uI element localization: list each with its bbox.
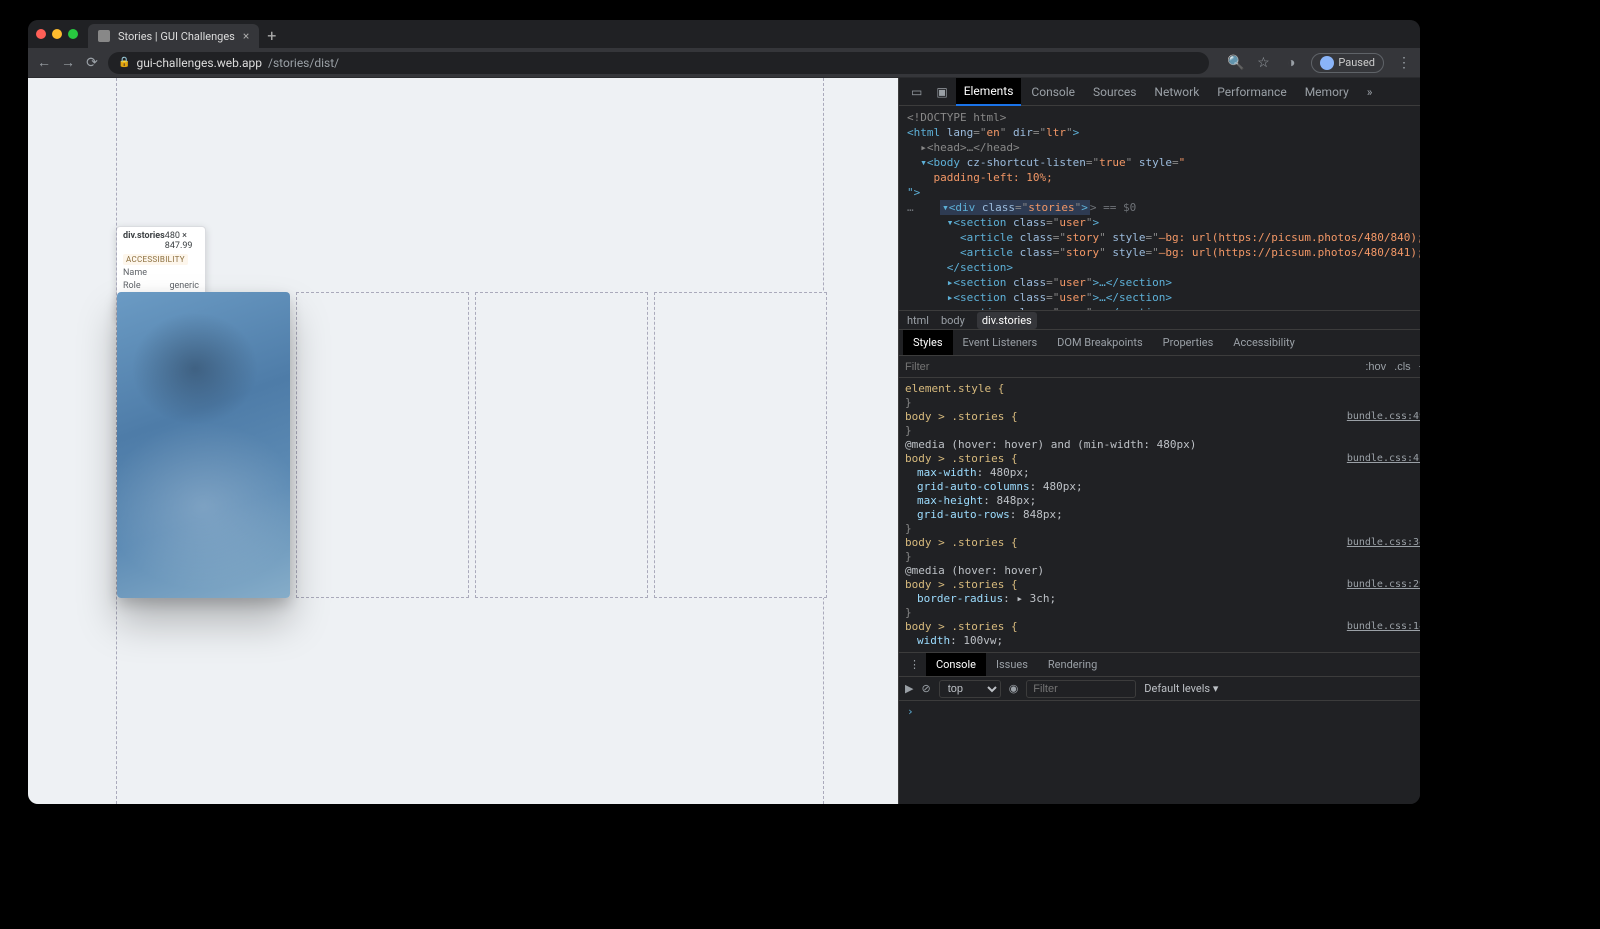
subtab-styles[interactable]: Styles [903, 330, 953, 355]
stories-row [117, 292, 827, 602]
subtab-properties[interactable]: Properties [1153, 330, 1224, 355]
toolbar: ← → ⟳ 🔒 gui-challenges.web.app/stories/d… [28, 48, 1420, 78]
source-link[interactable]: bundle.css:49 [1347, 410, 1420, 424]
avatar [1320, 56, 1334, 70]
star-icon[interactable]: ☆ [1255, 55, 1271, 71]
crumb-selected[interactable]: div.stories [977, 312, 1037, 329]
browser-tab[interactable]: Stories | GUI Challenges × [88, 24, 259, 48]
breadcrumb: html body div.stories [899, 310, 1420, 330]
new-tab-button[interactable]: + [267, 26, 276, 45]
hov-toggle[interactable]: :hov [1365, 361, 1386, 373]
drawer-menu-icon[interactable]: ⋮ [903, 658, 926, 671]
source-link[interactable]: bundle.css:14 [1347, 620, 1420, 634]
tab-memory[interactable]: Memory [1297, 79, 1357, 105]
browser-menu-icon[interactable]: ⋮ [1396, 55, 1412, 71]
drawer-tab-issues[interactable]: Issues [986, 653, 1038, 676]
source-link[interactable]: bundle.css:41 [1347, 452, 1420, 466]
clear-console-icon[interactable]: ⊘ [921, 682, 930, 695]
subtab-accessibility[interactable]: Accessibility [1223, 330, 1305, 355]
source-link[interactable]: bundle.css:34 [1347, 536, 1420, 550]
window-controls [36, 29, 78, 39]
stories-container[interactable] [116, 78, 824, 804]
toolbar-actions: 🔍 ☆ ◑ Paused ⋮ [1227, 53, 1412, 73]
console-toolbar: ▶ ⊘ top ◉ Default levels ▾ ⚙ [899, 677, 1420, 701]
story-card[interactable] [296, 292, 469, 598]
favicon-icon [98, 30, 110, 42]
page-viewport: div.stories 480 × 847.99 ACCESSIBILITY N… [28, 78, 898, 804]
content-split: div.stories 480 × 847.99 ACCESSIBILITY N… [28, 78, 1420, 804]
context-select[interactable]: top [939, 680, 1001, 698]
drawer-tab-console[interactable]: Console [926, 653, 986, 676]
tab-elements[interactable]: Elements [956, 78, 1022, 106]
reload-icon[interactable]: ⟳ [84, 55, 100, 71]
url-path: /stories/dist/ [268, 56, 339, 70]
browser-window: Stories | GUI Challenges × + ← → ⟳ 🔒 gui… [28, 20, 1420, 804]
subtab-dom-breakpoints[interactable]: DOM Breakpoints [1047, 330, 1152, 355]
console-prompt: › [907, 705, 914, 718]
tab-network[interactable]: Network [1146, 79, 1207, 105]
cls-toggle[interactable]: .cls [1394, 361, 1411, 373]
paused-label: Paused [1338, 56, 1375, 69]
back-icon[interactable]: ← [36, 54, 52, 71]
console-body[interactable]: › [899, 701, 1420, 804]
url-host: gui-challenges.web.app [136, 56, 262, 70]
address-bar[interactable]: 🔒 gui-challenges.web.app/stories/dist/ [108, 52, 1209, 74]
fullscreen-window-icon[interactable] [68, 29, 78, 39]
styles-filter-bar: :hov .cls + [899, 356, 1420, 378]
console-sidebar-icon[interactable]: ▶ [905, 682, 913, 695]
search-icon[interactable]: 🔍 [1227, 55, 1243, 71]
tab-console[interactable]: Console [1023, 79, 1083, 105]
device-toolbar-icon[interactable]: ▣ [930, 85, 953, 99]
console-drawer: ⋮ Console Issues Rendering ✕ ▶ ⊘ top ◉ D… [899, 653, 1420, 804]
profile-pill[interactable]: Paused [1311, 53, 1384, 73]
shield-icon[interactable]: ◑ [1283, 54, 1299, 71]
inspect-element-icon[interactable]: ▭ [905, 85, 928, 99]
styles-pane[interactable]: :hov .cls + element.style { } body > .st… [899, 356, 1420, 652]
crumb-body[interactable]: body [941, 314, 965, 327]
new-rule-button[interactable]: + [1419, 361, 1420, 373]
drawer-tab-rendering[interactable]: Rendering [1038, 653, 1107, 676]
minimize-window-icon[interactable] [52, 29, 62, 39]
tab-strip: Stories | GUI Challenges × + [28, 20, 1420, 48]
devtools-panel: ▭ ▣ Elements Console Sources Network Per… [898, 78, 1420, 804]
close-tab-icon[interactable]: × [243, 29, 249, 43]
story-card-active[interactable] [117, 292, 290, 598]
log-levels-select[interactable]: Default levels ▾ [1144, 682, 1218, 695]
lock-icon: 🔒 [118, 57, 130, 68]
source-link[interactable]: bundle.css:29 [1347, 578, 1420, 592]
story-card[interactable] [475, 292, 648, 598]
subtab-event-listeners[interactable]: Event Listeners [953, 330, 1048, 355]
tabs-overflow-icon[interactable]: » [1359, 79, 1381, 105]
styles-tabs: Styles Event Listeners DOM Breakpoints P… [899, 330, 1420, 356]
tab-performance[interactable]: Performance [1209, 79, 1294, 105]
crumb-html[interactable]: html [907, 314, 929, 327]
elements-tree[interactable]: <!DOCTYPE html> <html lang="en" dir="ltr… [899, 106, 1420, 310]
forward-icon[interactable]: → [60, 54, 76, 71]
console-filter-input[interactable] [1026, 680, 1136, 698]
eye-icon[interactable]: ◉ [1009, 682, 1019, 695]
tab-sources[interactable]: Sources [1085, 79, 1144, 105]
close-window-icon[interactable] [36, 29, 46, 39]
story-card[interactable] [654, 292, 827, 598]
devtools-tabs: ▭ ▣ Elements Console Sources Network Per… [899, 78, 1420, 106]
tab-title: Stories | GUI Challenges [118, 30, 235, 43]
drawer-tabs: ⋮ Console Issues Rendering ✕ [899, 653, 1420, 677]
styles-filter-input[interactable] [905, 361, 1357, 373]
